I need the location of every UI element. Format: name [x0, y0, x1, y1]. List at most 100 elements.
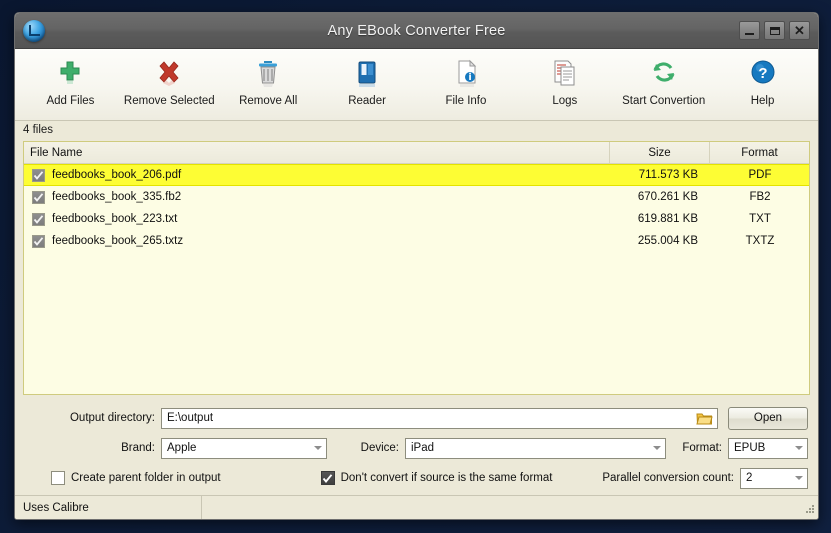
resize-grip-icon[interactable] [803, 504, 815, 516]
remove-selected-button[interactable]: Remove Selected [120, 55, 219, 107]
window-title: Any EBook Converter Free [15, 23, 818, 39]
reader-label: Reader [348, 95, 386, 107]
file-name-cell: feedbooks_book_335.fb2 [24, 191, 610, 204]
device-label: Device: [327, 442, 405, 454]
brand-label: Brand: [25, 442, 161, 454]
file-list-header: File Name Size Format [24, 142, 809, 164]
status-bar: Uses Calibre [15, 495, 818, 519]
parallel-count-select[interactable]: 2 [740, 468, 808, 489]
checkbox-box [51, 471, 65, 485]
output-directory-value: E:\output [167, 412, 213, 424]
row-checkbox[interactable] [32, 169, 45, 182]
file-size-cell: 670.261 KB [610, 191, 710, 203]
chevron-down-icon [790, 439, 807, 458]
close-button[interactable]: ✕ [789, 21, 810, 40]
device-value: iPad [411, 442, 434, 454]
file-name-text: feedbooks_book_206.pdf [52, 169, 181, 181]
close-icon: ✕ [794, 24, 805, 37]
trash-icon [251, 57, 285, 91]
file-name-text: feedbooks_book_335.fb2 [52, 191, 181, 203]
conversion-flags-row: Create parent folder in output Don't con… [25, 465, 808, 491]
create-parent-folder-label: Create parent folder in output [71, 472, 221, 484]
format-select[interactable]: EPUB [728, 438, 808, 459]
dont-convert-same-format-label: Don't convert if source is the same form… [341, 472, 553, 484]
add-files-button[interactable]: Add Files [21, 55, 120, 107]
remove-all-button[interactable]: Remove All [219, 55, 318, 107]
minimize-icon [745, 33, 754, 35]
help-button[interactable]: ? Help [713, 55, 812, 107]
start-conversion-label: Start Convertion [622, 95, 705, 107]
table-row[interactable]: feedbooks_book_335.fb2 670.261 KB FB2 [24, 186, 809, 208]
remove-all-label: Remove All [239, 95, 297, 107]
file-name-text: feedbooks_book_265.txtz [52, 235, 183, 247]
file-info-icon [449, 57, 483, 91]
file-info-button[interactable]: File Info [417, 55, 516, 107]
window-controls: ✕ [739, 21, 810, 40]
file-info-label: File Info [445, 95, 486, 107]
table-row[interactable]: feedbooks_book_223.txt 619.881 KB TXT [24, 208, 809, 230]
app-orb-icon[interactable] [23, 20, 45, 42]
brand-select[interactable]: Apple [161, 438, 327, 459]
device-select[interactable]: iPad [405, 438, 666, 459]
status-text-right [201, 496, 818, 519]
format-label: Format: [666, 442, 728, 454]
chevron-down-icon [648, 439, 665, 458]
format-value: EPUB [734, 442, 765, 454]
remove-selected-label: Remove Selected [124, 95, 215, 107]
book-icon [350, 57, 384, 91]
file-list[interactable]: File Name Size Format feedbooks_book_206… [23, 141, 810, 395]
svg-text:?: ? [758, 65, 767, 82]
checkbox-box [321, 471, 335, 485]
x-mark-icon [152, 57, 186, 91]
parallel-count-value: 2 [746, 472, 752, 484]
reader-button[interactable]: Reader [318, 55, 417, 107]
logs-button[interactable]: Logs [515, 55, 614, 107]
parallel-count-label: Parallel conversion count: [602, 472, 740, 484]
file-format-cell: TXT [710, 213, 809, 225]
main-toolbar: Add Files Remove Selected [15, 49, 818, 121]
column-header-size[interactable]: Size [610, 142, 710, 163]
file-format-cell: FB2 [710, 191, 809, 203]
logs-label: Logs [552, 95, 577, 107]
file-format-cell: TXTZ [710, 235, 809, 247]
title-bar[interactable]: Any EBook Converter Free ✕ [15, 13, 818, 49]
dont-convert-same-format-checkbox[interactable]: Don't convert if source is the same form… [321, 471, 553, 485]
file-count-label: 4 files [15, 121, 818, 141]
plus-icon [53, 57, 87, 91]
row-checkbox[interactable] [32, 191, 45, 204]
create-parent-folder-checkbox[interactable]: Create parent folder in output [51, 471, 221, 485]
output-directory-label: Output directory: [25, 412, 161, 424]
file-name-cell: feedbooks_book_206.pdf [24, 169, 610, 182]
maximize-button[interactable] [764, 21, 785, 40]
output-directory-row: Output directory: E:\output Open [25, 405, 808, 431]
table-row[interactable]: feedbooks_book_265.txtz 255.004 KB TXTZ [24, 230, 809, 252]
application-window: Any EBook Converter Free ✕ Add Files [14, 12, 819, 520]
file-size-cell: 711.573 KB [610, 169, 710, 181]
row-checkbox[interactable] [32, 213, 45, 226]
brand-value: Apple [167, 442, 196, 454]
maximize-icon [770, 27, 780, 35]
file-name-cell: feedbooks_book_223.txt [24, 213, 610, 226]
row-checkbox[interactable] [32, 235, 45, 248]
file-name-text: feedbooks_book_223.txt [52, 213, 177, 225]
device-settings-row: Brand: Apple Device: iPad Format: EPUB [25, 435, 808, 461]
column-header-format[interactable]: Format [710, 142, 810, 163]
file-list-body: feedbooks_book_206.pdf 711.573 KB PDF fe… [24, 164, 809, 394]
open-button[interactable]: Open [728, 407, 808, 430]
table-row[interactable]: feedbooks_book_206.pdf 711.573 KB PDF [24, 164, 809, 186]
add-files-label: Add Files [46, 95, 94, 107]
column-header-file-name[interactable]: File Name [24, 142, 610, 163]
logs-icon [548, 57, 582, 91]
help-label: Help [751, 95, 775, 107]
start-conversion-button[interactable]: Start Convertion [614, 55, 713, 107]
folder-open-icon[interactable] [696, 411, 713, 426]
chevron-down-icon [790, 469, 807, 488]
file-name-cell: feedbooks_book_265.txtz [24, 235, 610, 248]
output-directory-input[interactable]: E:\output [161, 408, 718, 429]
question-icon: ? [746, 57, 780, 91]
file-format-cell: PDF [710, 169, 809, 181]
file-size-cell: 255.004 KB [610, 235, 710, 247]
minimize-button[interactable] [739, 21, 760, 40]
status-text-left: Uses Calibre [15, 502, 201, 514]
chevron-down-icon [309, 439, 326, 458]
